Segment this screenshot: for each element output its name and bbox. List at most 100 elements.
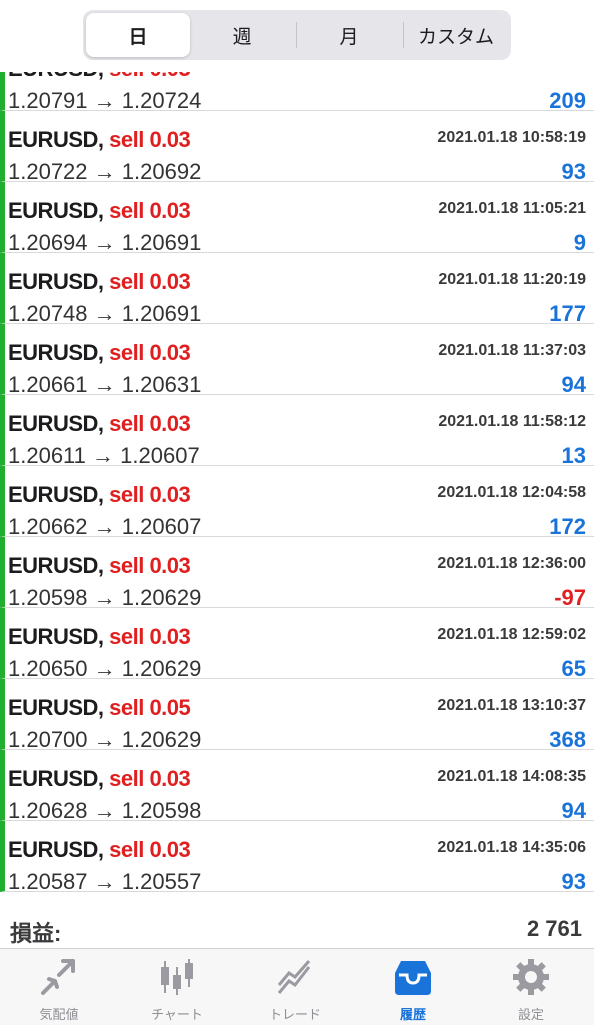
close-price: 1.20629	[121, 656, 202, 681]
trade-profit: 93	[561, 869, 586, 894]
tab-chart[interactable]: チャート	[118, 949, 236, 1025]
trade-prices: 1.20587 → 1.20557	[8, 869, 201, 895]
arrow-icon: →	[93, 585, 116, 610]
trade-time: 2021.01.18 14:35:06	[437, 839, 586, 856]
arrow-icon: →	[92, 443, 115, 468]
close-price: 1.20607	[121, 514, 202, 539]
open-price: 1.20628	[8, 798, 88, 823]
trade-symbol: EURUSD, sell 0.03	[8, 766, 191, 792]
trade-symbol: EURUSD, sell 0.03	[8, 553, 191, 579]
segment-month[interactable]: 月	[297, 13, 401, 57]
trade-side: sell 0.03	[109, 624, 191, 649]
symbol-label: EURUSD,	[8, 198, 104, 223]
trade-side: sell 0.03	[109, 766, 191, 791]
tab-settings[interactable]: 設定	[472, 949, 590, 1025]
close-price: 1.20557	[121, 869, 202, 894]
tab-quotes[interactable]: 気配値	[0, 949, 118, 1025]
history-icon	[395, 961, 431, 995]
tab-label: チャート	[151, 1007, 203, 1022]
trade-row[interactable]: EURUSD, sell 0.03 2021.01.18 14:08:35 1.20…	[0, 750, 594, 823]
symbol-label: EURUSD,	[8, 482, 104, 507]
trade-row[interactable]: EURUSD, sell 0.05 2021.01.18 13:10:37 1.20…	[0, 679, 594, 752]
arrow-icon: →	[93, 372, 116, 397]
period-segmented-control: 日 週 月 カスタム	[83, 10, 511, 60]
bottom-tab-bar: 気配値 チャート トレード 履歴 設定	[0, 948, 594, 1025]
open-price: 1.20694	[8, 230, 88, 255]
trade-time: 2021.01.18 11:20:19	[438, 271, 586, 288]
trade-row[interactable]: EURUSD, sell 0.03 2021.01.18 14:35:06 1.20…	[0, 821, 594, 895]
close-price: 1.20631	[121, 372, 202, 397]
trade-time: 2021.01.18 11:37:03	[438, 342, 586, 359]
trade-symbol: EURUSD, sell 0.03	[8, 269, 191, 295]
trade-side: sell 0.03	[109, 340, 191, 365]
trade-time: 2021.01.18 13:10:37	[437, 697, 586, 714]
open-price: 1.20662	[8, 514, 88, 539]
symbol-label: EURUSD,	[8, 411, 104, 436]
trade-row[interactable]: EURUSD, sell 0.03 2021.01.18 12:36:00 1.20…	[0, 537, 594, 610]
symbol-label: EURUSD,	[8, 553, 104, 578]
segment-day[interactable]: 日	[86, 13, 190, 57]
open-price: 1.20661	[8, 372, 88, 397]
arrow-icon: →	[93, 88, 116, 113]
total-profit-label: 損益:	[10, 921, 62, 946]
open-price: 1.20791	[8, 88, 88, 113]
trade-symbol: EURUSD, sell 0.03	[8, 482, 191, 508]
trade-side: sell 0.03	[109, 837, 191, 862]
tab-label: 気配値	[39, 1007, 79, 1022]
arrow-icon: →	[93, 798, 116, 823]
segment-week[interactable]: 週	[190, 13, 294, 57]
symbol-label: EURUSD,	[8, 837, 104, 862]
close-price: 1.20691	[121, 301, 202, 326]
trade-time: 2021.01.18 14:08:35	[437, 768, 586, 785]
close-price: 1.20724	[121, 88, 202, 113]
trade-side: sell 0.03	[109, 411, 191, 436]
open-price: 1.20587	[8, 869, 88, 894]
trade-row[interactable]: EURUSD, sell 0.03 2021.01.18 10:58:19 1.20…	[0, 111, 594, 184]
symbol-label: EURUSD,	[8, 127, 104, 152]
trade-symbol: EURUSD, sell 0.03	[8, 127, 191, 153]
open-price: 1.20748	[8, 301, 88, 326]
trade-row[interactable]: EURUSD, sell 0.03 2021.01.18 11:58:12 1.20…	[0, 395, 594, 468]
close-price: 1.20629	[121, 585, 202, 610]
chart-icon	[161, 959, 193, 995]
arrow-icon: →	[93, 869, 116, 894]
symbol-label: EURUSD,	[8, 695, 104, 720]
open-price: 1.20611	[8, 443, 86, 468]
period-header: 日 週 月 カスタム	[0, 0, 594, 72]
symbol-label: EURUSD,	[8, 269, 104, 294]
open-price: 1.20722	[8, 159, 88, 184]
tab-label: トレード	[268, 1007, 321, 1022]
segment-custom[interactable]: カスタム	[404, 13, 508, 57]
trade-side: sell 0.03	[109, 198, 191, 223]
total-profit-bar: 損益: 2 761	[0, 904, 594, 948]
arrow-icon: →	[93, 230, 116, 255]
trade-side: sell 0.03	[109, 127, 191, 152]
arrow-icon: →	[93, 656, 116, 681]
trade-time: 2021.01.18 12:04:58	[437, 484, 586, 501]
trade-row[interactable]: EURUSD, sell 0.03 2021.01.18 12:59:02 1.20…	[0, 608, 594, 681]
tab-trade[interactable]: トレード	[236, 949, 354, 1025]
arrow-icon: →	[93, 514, 116, 539]
total-profit-value: 2 761	[526, 916, 582, 941]
open-price: 1.20650	[8, 656, 88, 681]
trade-time: 2021.01.18 12:59:02	[437, 626, 586, 643]
open-price: 1.20598	[8, 585, 88, 610]
gear-icon	[513, 959, 549, 995]
tab-history[interactable]: 履歴	[354, 949, 472, 1025]
trade-symbol: EURUSD, sell 0.03	[8, 198, 191, 224]
trade-time: 2021.01.18 10:58:19	[437, 129, 586, 146]
trade-side: sell 0.03	[109, 482, 191, 507]
close-price: 1.20629	[121, 727, 202, 752]
trade-row[interactable]: EURUSD, sell 0.03 2021.01.18 11:05:21 1.20…	[0, 182, 594, 255]
trade-side: sell 0.05	[109, 695, 191, 720]
trade-row[interactable]: EURUSD, sell 0.03 2021.01.18 11:37:03 1.20…	[0, 324, 594, 397]
quotes-icon	[41, 959, 75, 995]
trade-symbol: EURUSD, sell 0.03	[8, 837, 191, 863]
trade-side: sell 0.03	[109, 269, 191, 294]
trade-symbol: EURUSD, sell 0.03	[8, 340, 191, 366]
trade-time: 2021.01.18 11:58:12	[438, 413, 586, 430]
trade-row[interactable]: EURUSD, sell 0.03 2021.01.18 12:04:58 1.20…	[0, 466, 594, 539]
close-price: 1.20692	[121, 159, 202, 184]
trade-time: 2021.01.18 11:05:21	[438, 200, 586, 217]
trade-row[interactable]: EURUSD, sell 0.03 2021.01.18 11:20:19 1.20…	[0, 253, 594, 326]
